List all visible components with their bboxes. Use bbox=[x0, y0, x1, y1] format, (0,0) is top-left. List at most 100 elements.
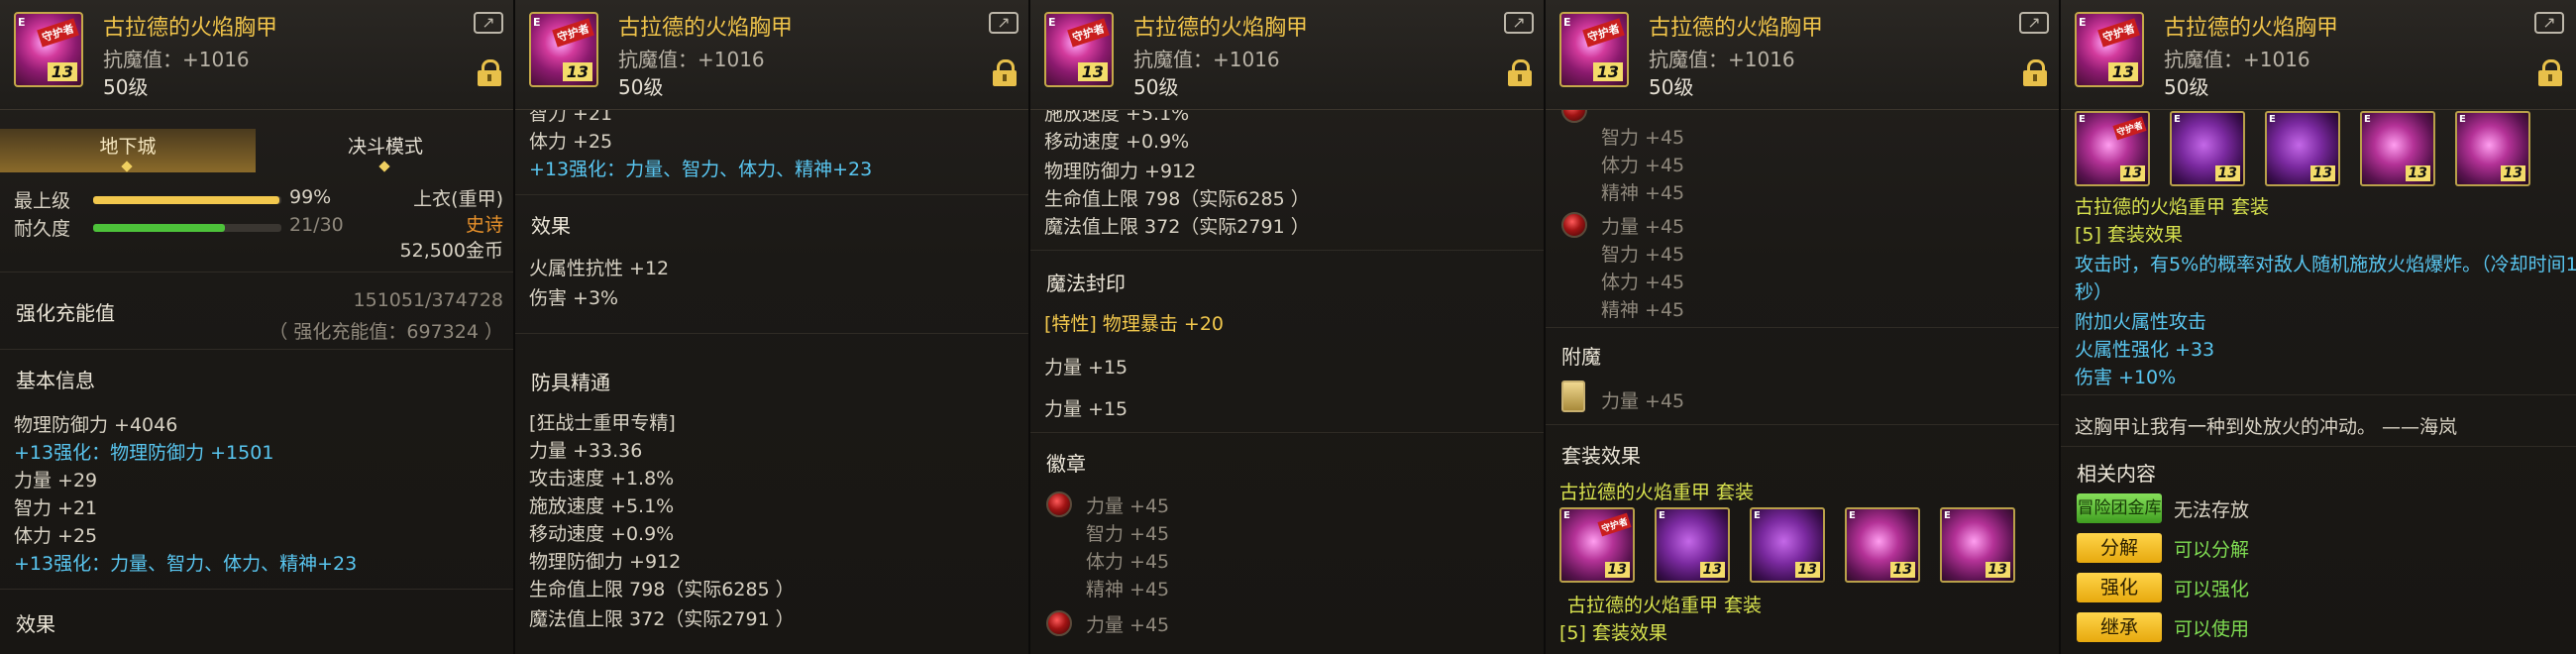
tooltip-strip: E 守护者 13 古拉德的火焰胸甲 抗魔值：+1016 50级 ↗ 地下城 决斗… bbox=[0, 0, 2576, 654]
emblem-line: 精神 +45 bbox=[1601, 299, 1685, 321]
tooltip-panel-5: E 守护者 13 古拉德的火焰胸甲 抗魔值：+1016 50级 ↗ E 守护者 13… bbox=[2061, 0, 2576, 654]
icon-corner: E bbox=[533, 16, 541, 29]
emblem-line: 智力 +45 bbox=[1601, 244, 1685, 266]
divider bbox=[515, 333, 1028, 334]
stat-line: 物理防御力 +4046 bbox=[14, 414, 178, 436]
tab-dungeon[interactable]: 地下城 bbox=[0, 129, 256, 172]
enhance-label: 强化充能值 bbox=[16, 301, 115, 325]
tooltip-panel-3: E 守护者 13 古拉德的火焰胸甲 抗魔值：+1016 50级 ↗ 施放速度 +… bbox=[1030, 0, 1546, 654]
share-icon[interactable]: ↗ bbox=[2019, 12, 2049, 34]
emblem-line: 精神 +45 bbox=[1601, 182, 1685, 204]
lock-icon[interactable] bbox=[993, 59, 1017, 86]
emblem-line: 体力 +45 bbox=[1601, 272, 1685, 293]
lock-icon[interactable] bbox=[1508, 59, 1532, 86]
set-item-icon[interactable]: E 13 bbox=[2170, 111, 2245, 186]
enhance-stat-line: +13强化：力量、智力、体力、精神+23 bbox=[529, 159, 873, 180]
tab-dungeon-label: 地下城 bbox=[99, 136, 157, 158]
set-item-icon[interactable]: E 13 bbox=[1750, 507, 1825, 583]
set-item-icon[interactable]: E 守护者 13 bbox=[1559, 507, 1635, 583]
lock-icon[interactable] bbox=[478, 59, 501, 86]
stat-line: 智力 +21 bbox=[14, 497, 98, 519]
item-title: 古拉德的火焰胸甲 bbox=[1133, 16, 1309, 41]
seal-line: 力量 +15 bbox=[1044, 398, 1128, 420]
level-line: 50级 bbox=[1649, 75, 1694, 99]
icon-badge: 守护者 bbox=[2097, 18, 2140, 48]
icon-corner: E bbox=[1563, 16, 1571, 29]
item-icon: E 守护者 13 bbox=[529, 12, 598, 87]
disassemble-button[interactable]: 分解 bbox=[2077, 533, 2162, 563]
tooltip-panel-1: E 守护者 13 古拉德的火焰胸甲 抗魔值：+1016 50级 ↗ 地下城 决斗… bbox=[0, 0, 515, 654]
lock-icon[interactable] bbox=[2023, 59, 2047, 86]
mastery-line: 生命值上限 798（实际6285 ） bbox=[529, 579, 795, 600]
item-icon: E 守护者 13 bbox=[2075, 12, 2144, 87]
mastery-line: 物理防御力 +912 bbox=[1044, 161, 1197, 182]
seal-line: 力量 +15 bbox=[1044, 357, 1128, 379]
set-item-icon[interactable]: E 13 bbox=[2265, 111, 2340, 186]
level-line: 50级 bbox=[2164, 75, 2209, 99]
item-header: E 守护者 13 古拉德的火焰胸甲 抗魔值：+1016 50级 ↗ bbox=[1546, 0, 2059, 110]
icon-corner: E bbox=[1048, 16, 1056, 29]
mastery-line: 攻击速度 +1.8% bbox=[529, 468, 675, 490]
durability-bar-fill bbox=[93, 224, 225, 232]
related-status: 可以强化 bbox=[2174, 579, 2250, 600]
mastery-line: 施放速度 +5.1% bbox=[529, 495, 675, 517]
level-line: 50级 bbox=[103, 75, 149, 99]
set-item-icon[interactable]: E 守护者 13 bbox=[2075, 111, 2150, 186]
inherit-button[interactable]: 继承 bbox=[2077, 612, 2162, 642]
share-icon[interactable]: ↗ bbox=[1504, 12, 1534, 34]
grade-label: 最上级 bbox=[14, 190, 71, 212]
mastery-line: 生命值上限 798（实际6285 ） bbox=[1044, 188, 1310, 210]
emblem-line: 智力 +45 bbox=[1086, 523, 1170, 545]
related-status: 可以使用 bbox=[2174, 618, 2250, 640]
item-title: 古拉德的火焰胸甲 bbox=[2164, 16, 2339, 41]
icon-level: 13 bbox=[47, 62, 77, 81]
divider bbox=[515, 194, 1028, 195]
icon-level: 13 bbox=[1592, 62, 1623, 81]
enhance-button[interactable]: 强化 bbox=[2077, 573, 2162, 602]
divider bbox=[1030, 432, 1544, 433]
mastery-title: 防具精通 bbox=[531, 371, 610, 394]
related-status: 可以分解 bbox=[2174, 539, 2250, 561]
set-item-icon[interactable]: E 13 bbox=[1940, 507, 2015, 583]
emblem-line: 力量 +45 bbox=[1086, 614, 1170, 636]
share-icon[interactable]: ↗ bbox=[989, 12, 1019, 34]
tab-pvp[interactable]: 决斗模式 bbox=[258, 129, 513, 172]
set-name: 古拉德的火焰重甲 套装 bbox=[1559, 482, 1755, 503]
divider bbox=[0, 589, 513, 590]
divider bbox=[1546, 327, 2059, 328]
set-item-icon[interactable]: E 13 bbox=[2455, 111, 2530, 186]
share-icon[interactable]: ↗ bbox=[2534, 12, 2564, 34]
set-item-icon[interactable]: E 13 bbox=[2360, 111, 2435, 186]
divider bbox=[2061, 394, 2576, 395]
guild-vault-button[interactable]: 冒险团金库 bbox=[2077, 493, 2162, 523]
mastery-line: 魔法值上限 372（实际2791 ） bbox=[529, 608, 795, 630]
item-icon: E 守护者 13 bbox=[14, 12, 83, 87]
grade-pct: 99% bbox=[289, 186, 332, 208]
set-description: 秒） bbox=[2075, 281, 2113, 303]
red-socket-icon bbox=[1046, 491, 1072, 517]
stat-line: +13强化：力量、智力、体力、精神+23 bbox=[14, 553, 358, 575]
divider bbox=[1030, 250, 1544, 251]
share-icon[interactable]: ↗ bbox=[474, 12, 503, 34]
set-item-icon[interactable]: E 13 bbox=[1845, 507, 1920, 583]
level-line: 50级 bbox=[618, 75, 664, 99]
mode-tabs: 地下城 决斗模式 bbox=[0, 129, 513, 174]
mastery-line: 魔法值上限 372（实际2791 ） bbox=[1044, 216, 1310, 238]
price: 52,500金币 bbox=[399, 240, 503, 262]
set-count: [5] 套装效果 bbox=[1559, 622, 1667, 644]
item-header: E 守护者 13 古拉德的火焰胸甲 抗魔值：+1016 50级 ↗ bbox=[515, 0, 1028, 110]
set-item-icon[interactable]: E 13 bbox=[1655, 507, 1730, 583]
tooltip-panel-2: E 守护者 13 古拉德的火焰胸甲 抗魔值：+1016 50级 ↗ 智力 +21… bbox=[515, 0, 1030, 654]
durability-value: 21/30 bbox=[289, 214, 344, 236]
durability-label: 耐久度 bbox=[14, 218, 71, 240]
rarity: 史诗 bbox=[465, 214, 503, 236]
tooltip-panel-4: E 守护者 13 古拉德的火焰胸甲 抗魔值：+1016 50级 ↗ 智力 +45… bbox=[1546, 0, 2061, 654]
set-effect-title: 套装效果 bbox=[1561, 444, 1641, 468]
tab-pvp-label: 决斗模式 bbox=[347, 136, 423, 158]
lock-icon[interactable] bbox=[2538, 59, 2562, 86]
stat-line: +13强化：物理防御力 +1501 bbox=[14, 442, 274, 464]
set-name: 古拉德的火焰重甲 套装 bbox=[2075, 196, 2270, 218]
icon-badge: 守护者 bbox=[1582, 18, 1625, 48]
durability-bar bbox=[93, 224, 281, 232]
enchant-card-icon bbox=[1561, 381, 1585, 412]
